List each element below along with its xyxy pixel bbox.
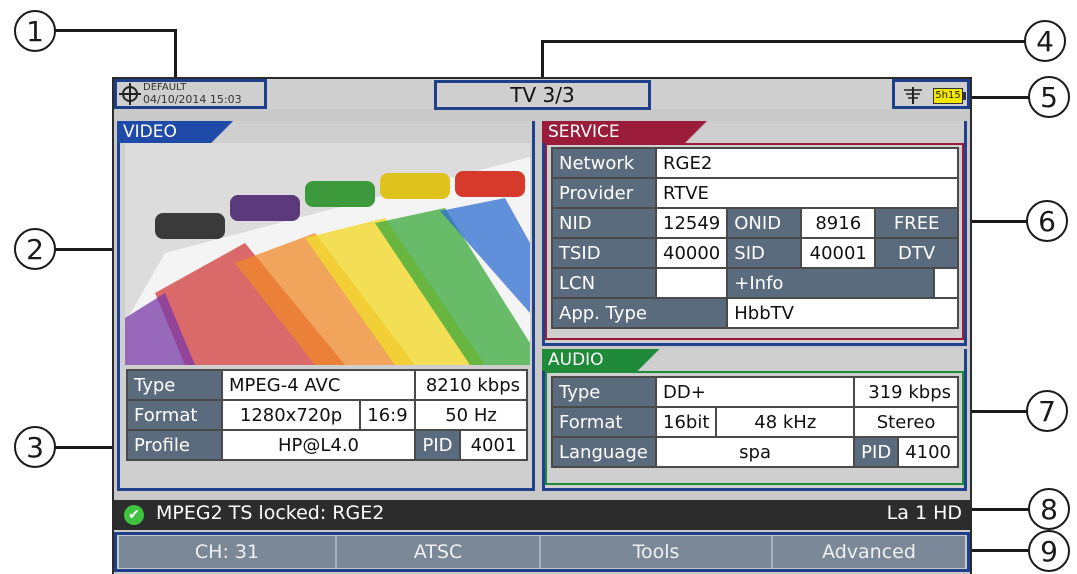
callout-9-line <box>970 549 1030 552</box>
nid-label: NID <box>551 207 657 239</box>
service-tab: SERVICE <box>542 121 713 143</box>
provider-value: RTVE <box>655 177 959 209</box>
video-tab-label: VIDEO <box>123 122 177 142</box>
onid-value: 8916 <box>800 207 877 239</box>
channel-name: La 1 HD <box>886 502 962 524</box>
lcn-value <box>654 267 729 299</box>
lcn-label: LCN <box>551 267 657 299</box>
callout-4-line <box>541 40 544 80</box>
atsc-softkey[interactable]: ATSC <box>337 536 541 568</box>
audio-language-value: spa <box>654 436 856 468</box>
channel-softkey[interactable]: CH: 31 <box>119 536 337 568</box>
service-tab-label: SERVICE <box>548 122 620 142</box>
network-value: RGE2 <box>655 147 959 179</box>
service-panel: SERVICE Network RGE2 Provider RTVE NID 1… <box>542 121 967 346</box>
audio-type-value: DD+ <box>654 376 856 408</box>
preset-box[interactable]: DEFAULT 04/10/2014 15:03 <box>114 79 267 109</box>
callout-1-line <box>174 29 177 79</box>
callout-6: 6 <box>1026 200 1068 242</box>
video-bitrate: 8210 kbps <box>414 369 528 401</box>
video-pid-value: 4001 <box>459 429 528 461</box>
network-label: Network <box>551 147 657 179</box>
audio-info-table: Type DD+ 319 kbps Format 16bit 48 kHz St… <box>551 376 959 468</box>
video-type-value: MPEG-4 AVC <box>221 369 416 401</box>
callout-5-line <box>970 96 1032 99</box>
tsid-label: TSID <box>551 237 657 269</box>
video-tab: VIDEO <box>117 121 243 143</box>
callout-9: 9 <box>1028 530 1070 572</box>
tools-softkey[interactable]: Tools <box>541 536 773 568</box>
softkey-menu: CH: 31 ATSC Tools Advanced <box>114 530 970 574</box>
callout-4: 4 <box>1024 20 1066 62</box>
callout-3-line <box>54 446 116 449</box>
video-pid-label: PID <box>414 429 461 461</box>
video-format-label: Format <box>126 399 223 431</box>
onid-label: ONID <box>726 207 803 239</box>
audio-type-label: Type <box>551 376 657 408</box>
callout-2: 2 <box>14 228 56 270</box>
app-type-label: App. Type <box>550 297 729 329</box>
lock-status-message: MPEG2 TS locked: RGE2 <box>156 502 385 524</box>
battery-time: 5h15 <box>935 90 961 101</box>
app-type-value: HbbTV <box>726 297 959 329</box>
video-frame-image <box>125 143 530 365</box>
nid-value: 12549 <box>654 207 729 239</box>
audio-language-label: Language <box>551 436 657 468</box>
callout-1: 1 <box>14 10 56 52</box>
callout-8: 8 <box>1028 488 1070 530</box>
battery-icon: 5h15 <box>933 88 963 104</box>
video-resolution: 1280x720p <box>221 399 361 431</box>
check-icon: ✔ <box>124 505 144 525</box>
target-icon <box>119 83 141 105</box>
status-bar: ✔ MPEG2 TS locked: RGE2 La 1 HD <box>114 500 970 530</box>
tsid-value: 40000 <box>654 237 729 269</box>
top-bar: DEFAULT 04/10/2014 15:03 TV 3/3 5h15 <box>114 79 970 110</box>
callout-4-line <box>541 40 1027 43</box>
audio-tab-label: AUDIO <box>548 350 604 370</box>
ca-mode: FREE <box>874 207 959 239</box>
more-info-button[interactable]: +Info <box>726 267 935 299</box>
callout-5: 5 <box>1028 76 1070 118</box>
callout-3: 3 <box>14 426 56 468</box>
video-info-table: Type MPEG-4 AVC 8210 kbps Format 1280x72… <box>126 369 528 461</box>
audio-bits: 16bit <box>654 406 718 438</box>
sid-label: SID <box>726 237 803 269</box>
video-preview[interactable] <box>125 143 530 365</box>
audio-pid-label: PID <box>853 436 900 468</box>
status-icons-box: 5h15 <box>892 79 970 109</box>
video-profile-label: Profile <box>126 429 223 461</box>
callout-8-line <box>970 508 1030 511</box>
video-profile-value: HP@L4.0 <box>221 429 416 461</box>
audio-mode: Stereo <box>853 406 959 438</box>
callout-7-line <box>968 410 1030 413</box>
callout-2-line <box>54 248 116 251</box>
callout-6-line <box>968 220 1030 223</box>
screen-title-box: TV 3/3 <box>434 80 651 110</box>
preset-name: DEFAULT <box>143 82 187 93</box>
device-screen: DEFAULT 04/10/2014 15:03 TV 3/3 5h15 VID… <box>112 77 972 574</box>
datetime: 04/10/2014 15:03 <box>143 93 242 106</box>
audio-format-label: Format <box>551 406 657 438</box>
service-type: DTV <box>874 237 959 269</box>
video-type-label: Type <box>126 369 223 401</box>
provider-label: Provider <box>551 177 657 209</box>
more-info-blank <box>933 267 959 299</box>
advanced-softkey[interactable]: Advanced <box>773 536 965 568</box>
audio-panel: AUDIO Type DD+ 319 kbps Format 16bit 48 … <box>542 349 967 491</box>
service-info-table: Network RGE2 Provider RTVE NID 12549 ONI… <box>550 147 959 329</box>
callout-7: 7 <box>1026 390 1068 432</box>
sid-value: 40001 <box>800 237 877 269</box>
callout-1-line <box>52 29 176 32</box>
video-panel: VIDEO Type MPEG-4 AVC 8210 kbps Format 1… <box>117 121 535 491</box>
audio-pid-value: 4100 <box>897 436 959 468</box>
antenna-icon <box>904 87 922 104</box>
audio-bitrate: 319 kbps <box>853 376 959 408</box>
screen-title: TV 3/3 <box>510 83 575 107</box>
audio-frequency: 48 kHz <box>715 406 856 438</box>
video-aspect: 16:9 <box>359 399 416 431</box>
video-rate: 50 Hz <box>414 399 528 431</box>
audio-tab: AUDIO <box>542 349 666 371</box>
